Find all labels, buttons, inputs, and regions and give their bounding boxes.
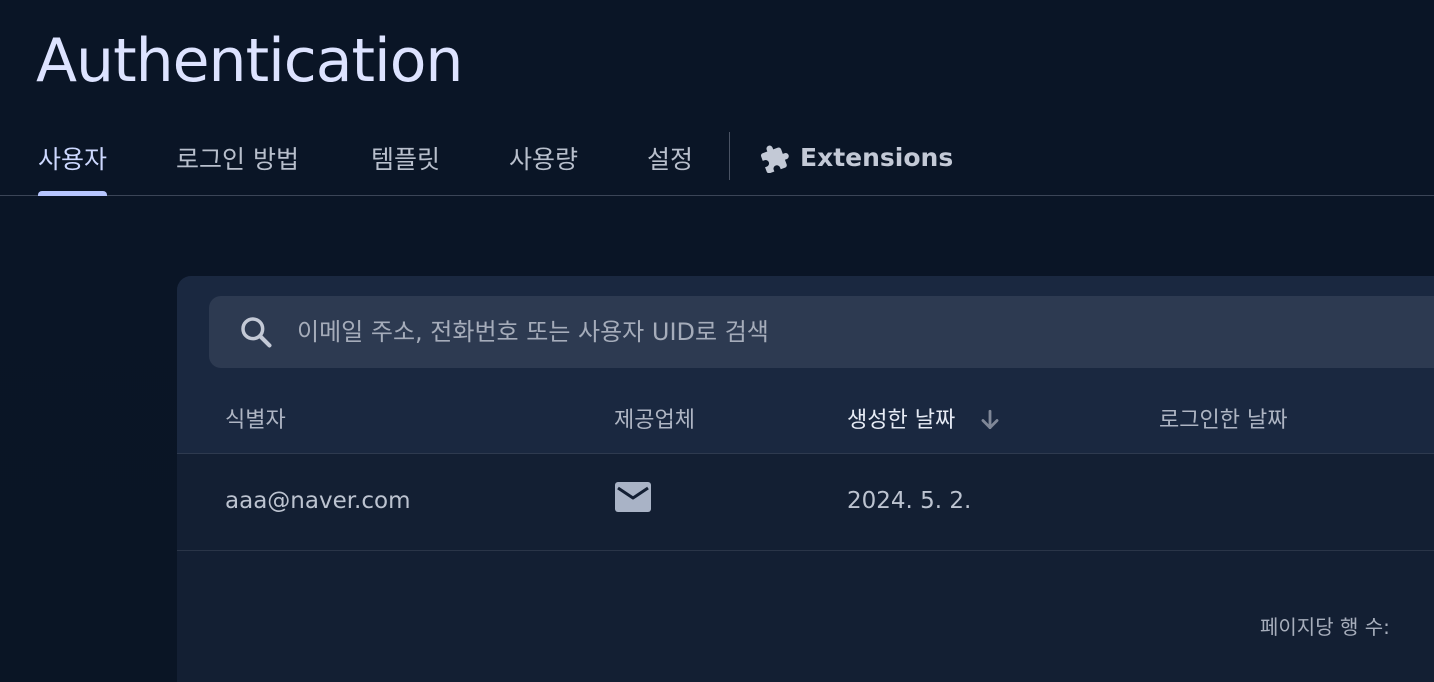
column-header-signed-in[interactable]: 로그인한 날짜 (1159, 402, 1287, 434)
tab-usage[interactable]: 사용량 (509, 120, 578, 195)
tab-bar: 사용자 로그인 방법 템플릿 사용량 설정 Extensions (0, 120, 1434, 196)
users-card: 식별자 제공업체 생성한 날짜 로그인한 날짜 aaa@naver.com 20… (177, 276, 1434, 682)
active-tab-indicator (38, 191, 108, 196)
page-title: Authentication (36, 26, 463, 96)
tab-users-label: 사용자 (38, 144, 108, 174)
tab-users[interactable]: 사용자 (38, 120, 108, 196)
tab-extensions-label: Extensions (800, 143, 954, 172)
search-icon (241, 317, 272, 348)
arrow-down-icon[interactable] (977, 407, 1003, 433)
tab-extensions[interactable]: Extensions (760, 120, 953, 195)
cell-identifier: aaa@naver.com (225, 488, 411, 514)
cell-created: 2024. 5. 2. (847, 488, 972, 514)
table-row[interactable]: aaa@naver.com 2024. 5. 2. (177, 454, 1434, 551)
tab-sign-in-method[interactable]: 로그인 방법 (176, 120, 299, 195)
search-input[interactable] (297, 296, 1397, 368)
mail-icon (615, 482, 651, 512)
tab-usage-label: 사용량 (509, 144, 579, 174)
auth-page: Authentication 사용자 로그인 방법 템플릿 사용량 설정 Ext… (0, 0, 1434, 682)
column-header-identifier[interactable]: 식별자 (225, 402, 286, 434)
tab-divider (729, 132, 730, 180)
column-header-provider[interactable]: 제공업체 (614, 402, 695, 434)
tab-sign-in-method-label: 로그인 방법 (176, 144, 299, 174)
puzzle-icon (760, 143, 790, 173)
tab-settings[interactable]: 설정 (647, 120, 693, 195)
tab-templates-label: 템플릿 (371, 144, 441, 174)
rows-per-page-label: 페이지당 행 수: (1260, 615, 1390, 639)
row-divider (177, 550, 1434, 551)
search-bar[interactable] (209, 296, 1434, 368)
tab-templates[interactable]: 템플릿 (371, 120, 440, 195)
tab-settings-label: 설정 (647, 144, 694, 174)
column-header-created[interactable]: 생성한 날짜 (847, 402, 955, 434)
